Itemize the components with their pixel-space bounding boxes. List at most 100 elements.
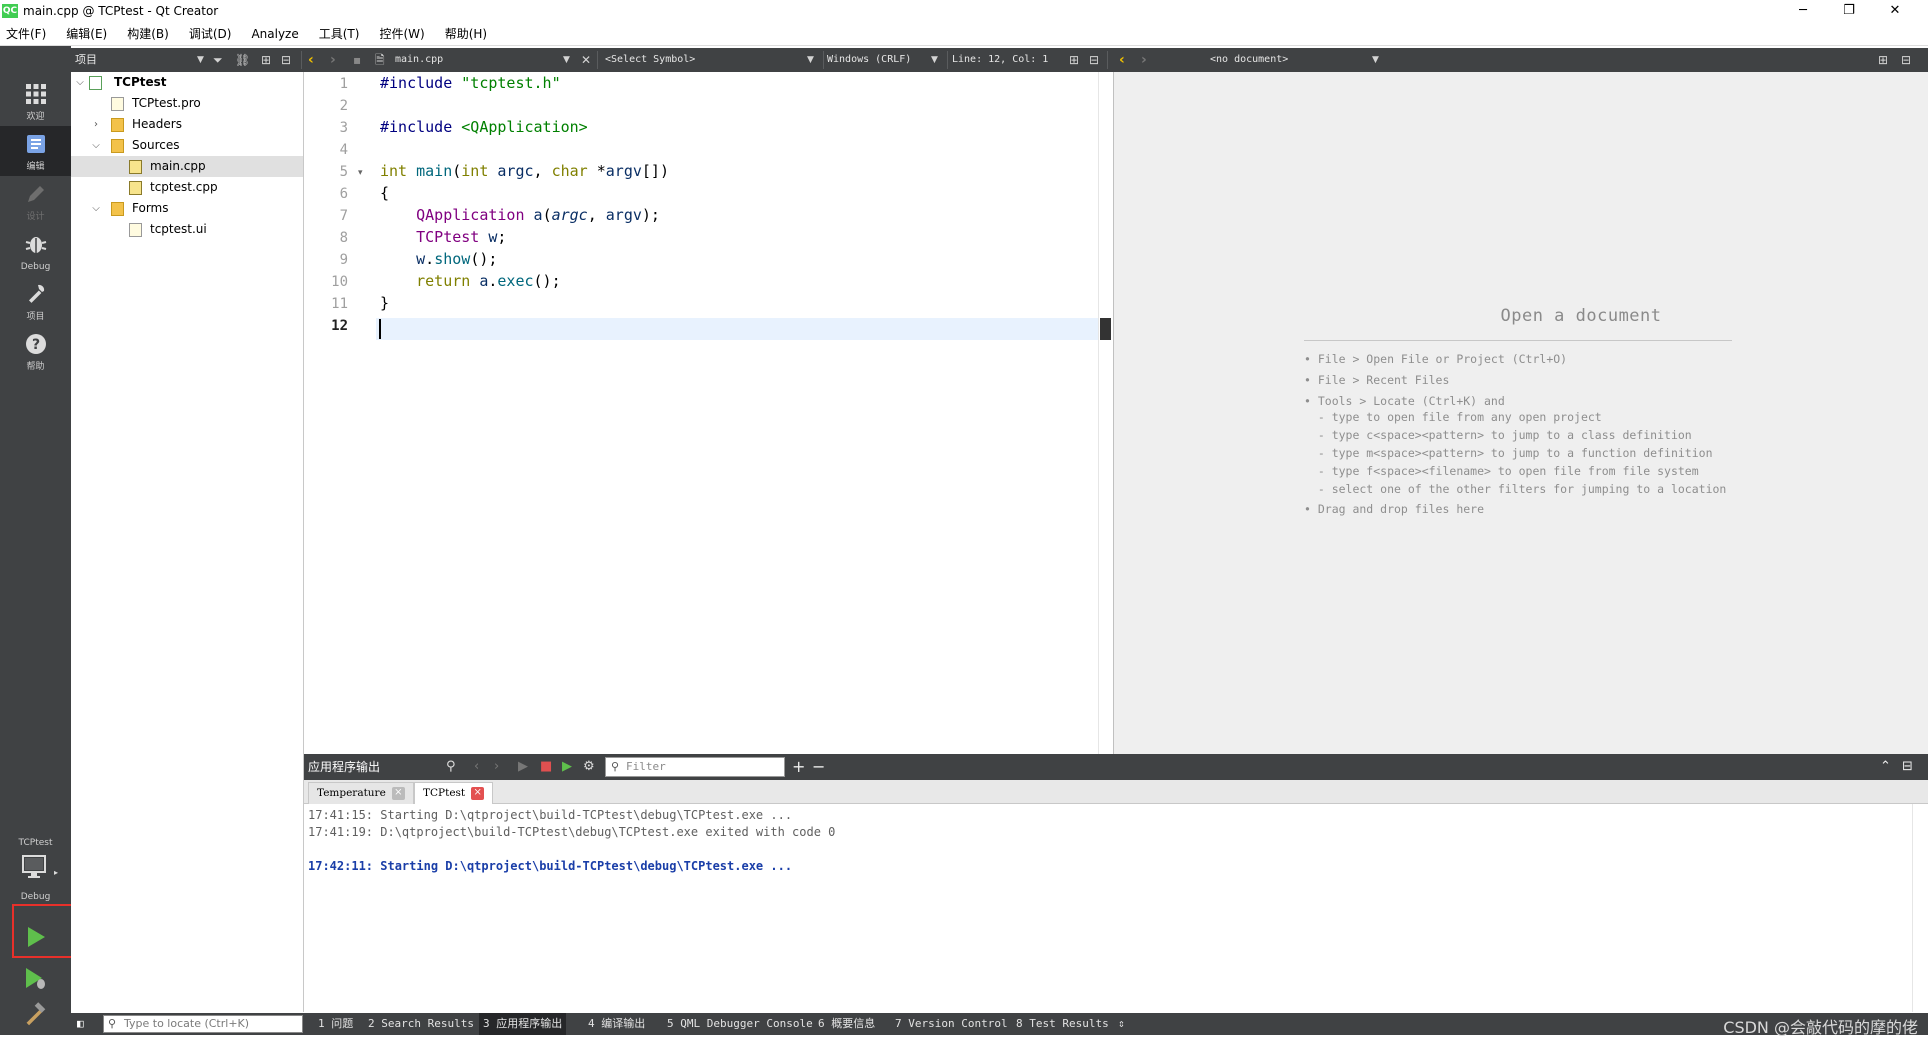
tree-item-main-cpp[interactable]: main.cpp: [71, 156, 303, 177]
application-output[interactable]: 17:41:15: Starting D:\qtproject\build-TC…: [304, 804, 1928, 1012]
file-combo[interactable]: main.cpp: [395, 51, 443, 69]
chevron-down-icon[interactable]: ▼: [1372, 48, 1379, 72]
settings-icon[interactable]: ⚙: [583, 754, 595, 780]
locator-input[interactable]: ⚲ Type to locate (Ctrl+K): [103, 1015, 303, 1033]
tree-item-tcptest-cpp[interactable]: tcptest.cpp: [71, 177, 303, 198]
add-icon[interactable]: +: [792, 754, 805, 780]
mode-edit[interactable]: 编辑: [0, 126, 71, 176]
pane-general-messages[interactable]: 6 概要信息: [814, 1013, 879, 1035]
right-document-combo[interactable]: <no document>: [1210, 51, 1288, 69]
symbol-combo[interactable]: <Select Symbol>: [605, 51, 695, 69]
attach-icon[interactable]: ⚲: [446, 754, 456, 780]
chevron-down-icon[interactable]: ▼: [563, 48, 570, 72]
projects-view-label[interactable]: 项目: [75, 48, 97, 72]
menu-bar: 文件(F) 编辑(E) 构建(B) 调试(D) Analyze 工具(T) 控件…: [0, 22, 1928, 46]
close-button[interactable]: ✕: [1872, 0, 1918, 22]
open-document-title: Open a document: [1500, 306, 1662, 326]
menu-file[interactable]: 文件(F): [4, 25, 48, 42]
tree-item-sources[interactable]: ⌵ Sources: [71, 135, 303, 156]
line-number: 10: [331, 274, 348, 290]
pane-qml-debugger-console[interactable]: 5 QML Debugger Console: [663, 1013, 817, 1035]
rerun-icon[interactable]: ▶: [518, 754, 528, 780]
menu-edit[interactable]: 编辑(E): [64, 25, 109, 42]
mode-design[interactable]: 设计: [0, 176, 71, 226]
maximize-pane-icon[interactable]: ⌃: [1880, 754, 1891, 780]
close-pane-icon[interactable]: ⊟: [1902, 754, 1913, 780]
expand-icon[interactable]: ⌵: [75, 72, 85, 93]
menu-help[interactable]: 帮助(H): [443, 25, 489, 42]
tree-item-tcptest-ui[interactable]: tcptest.ui: [71, 219, 303, 240]
code-line-7: QApplication a(argc, argv);: [416, 206, 660, 224]
nav-back-icon[interactable]: ‹: [1119, 48, 1125, 72]
tree-item-headers[interactable]: › Headers: [71, 114, 303, 135]
close-icon[interactable]: ×: [471, 786, 485, 800]
stop-icon[interactable]: ■: [540, 754, 552, 780]
menu-debug[interactable]: 调试(D): [187, 25, 234, 42]
close-split-icon[interactable]: ⊟: [1901, 48, 1911, 72]
pane-search-results[interactable]: 2 Search Results: [364, 1013, 478, 1035]
wrench-icon: [24, 282, 48, 306]
hint-line: - type m<space><pattern> to jump to a fu…: [1304, 446, 1713, 460]
line-number: 5: [339, 164, 348, 180]
menu-tools[interactable]: 工具(T): [317, 25, 362, 42]
tree-root[interactable]: ⌵ TCPtest: [71, 72, 303, 93]
empty-editor-pane[interactable]: Open a document • File > Open File or Pr…: [1114, 72, 1928, 754]
minus-icon[interactable]: −: [812, 754, 825, 780]
mode-debug[interactable]: Debug: [0, 226, 71, 276]
tree-item-forms[interactable]: ⌵ Forms: [71, 198, 303, 219]
code-editor[interactable]: 1 2 3 4 5 6 7 8 9 10 11 12 ▾ #include "t…: [304, 72, 1113, 754]
expand-icon[interactable]: ⌵: [91, 198, 101, 219]
folder-icon: [111, 118, 124, 132]
chevron-down-icon[interactable]: ▼: [807, 48, 814, 72]
mode-label: 项目: [26, 312, 45, 322]
tab-tcptest[interactable]: TCPtest ×: [414, 782, 494, 804]
mode-welcome[interactable]: 欢迎: [0, 76, 71, 126]
menu-analyze[interactable]: Analyze: [249, 27, 300, 41]
line-ending-combo[interactable]: Windows (CRLF): [827, 51, 911, 69]
nav-forward-icon[interactable]: ›: [330, 48, 336, 72]
chevron-down-icon[interactable]: ▼: [931, 48, 938, 72]
tree-item-tcptest-pro[interactable]: TCPtest.pro: [71, 93, 303, 114]
pane-compile-output[interactable]: 4 编译输出: [584, 1013, 649, 1035]
debug-run-button[interactable]: [20, 964, 50, 994]
chevron-right-icon[interactable]: ›: [91, 114, 101, 135]
split-icon[interactable]: ⊞: [261, 48, 271, 72]
close-sidebar-icon[interactable]: ⊟: [281, 48, 291, 72]
chevron-down-icon[interactable]: ▼: [197, 48, 204, 72]
output-filter-input[interactable]: ⚲ Filter: [605, 757, 785, 777]
kit-selector[interactable]: [21, 854, 49, 884]
close-split-icon[interactable]: ⊟: [1089, 48, 1099, 72]
mode-help[interactable]: ? 帮助: [0, 326, 71, 376]
tab-temperature[interactable]: Temperature ×: [308, 782, 414, 804]
nav-forward-icon[interactable]: ›: [1141, 48, 1147, 72]
pane-test-results[interactable]: 8 Test Results: [1012, 1013, 1113, 1035]
fold-marker-icon[interactable]: ▾: [358, 168, 363, 178]
more-panes-icon[interactable]: ⇕: [1118, 1013, 1125, 1035]
pane-issues[interactable]: 1 问题: [314, 1013, 357, 1035]
pane-version-control[interactable]: 7 Version Control: [891, 1013, 1012, 1035]
nav-back-icon[interactable]: ‹: [308, 48, 314, 72]
expand-icon[interactable]: ⌵: [91, 135, 101, 156]
filter-icon[interactable]: ⏷: [213, 48, 223, 72]
folder-icon: [111, 202, 124, 216]
split-editor-icon[interactable]: ⊞: [1069, 48, 1079, 72]
cursor-position[interactable]: Line: 12, Col: 1: [952, 51, 1048, 69]
close-icon[interactable]: ×: [391, 786, 405, 800]
split-editor-icon[interactable]: ⊞: [1878, 48, 1888, 72]
pane-application-output[interactable]: 3 应用程序输出: [479, 1013, 567, 1035]
build-button[interactable]: [20, 1000, 50, 1030]
mode-projects[interactable]: 项目: [0, 276, 71, 326]
close-document-icon[interactable]: ✕: [581, 48, 591, 72]
menu-build[interactable]: 构建(B): [125, 25, 171, 42]
nav-forward-icon[interactable]: ›: [494, 754, 499, 780]
editor-scrollbar[interactable]: [1098, 72, 1113, 754]
output-scrollbar[interactable]: [1912, 804, 1928, 1012]
menu-widgets[interactable]: 控件(W): [377, 25, 426, 42]
link-icon[interactable]: ⛓: [235, 48, 250, 72]
nav-back-icon[interactable]: ‹: [474, 754, 479, 780]
restore-button[interactable]: ❐: [1826, 0, 1872, 22]
output-line: 17:41:19: D:\qtproject\build-TCPtest\deb…: [308, 825, 836, 839]
minimize-button[interactable]: ─: [1780, 0, 1826, 22]
debug-attach-icon[interactable]: ▶: [562, 754, 572, 780]
toggle-sidebar-icon[interactable]: ◧: [77, 1013, 84, 1035]
